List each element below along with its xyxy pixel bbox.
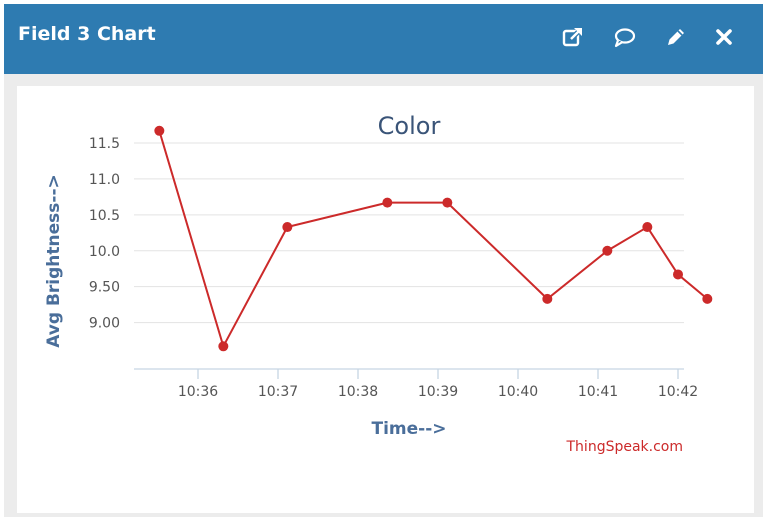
x-tick-label: 10:42	[658, 384, 698, 400]
data-point	[642, 222, 653, 233]
comment-icon[interactable]	[613, 25, 639, 51]
data-point	[154, 125, 165, 136]
data-point	[382, 197, 393, 208]
series-line	[158, 130, 708, 349]
x-tick-label: 10:36	[178, 384, 218, 400]
x-tick-label: 10:40	[498, 384, 538, 400]
chart-panel: 9.00 9.50 10.0 10.5 11.0 11.5 10:36 10:37 10:38 1…	[17, 86, 754, 513]
y-axis-title: Avg Brightness-->	[44, 174, 64, 348]
x-tick-label: 10:39	[418, 384, 458, 400]
x-tick-label: 10:41	[578, 384, 618, 400]
data-point	[602, 245, 613, 256]
data-point	[702, 293, 713, 304]
pencil-icon[interactable]	[664, 25, 690, 51]
y-tick-label: 10.5	[89, 208, 120, 224]
line-chart: 9.00 9.50 10.0 10.5 11.0 11.5 10:36 10:37 10:38 1…	[44, 112, 713, 455]
data-point	[673, 269, 683, 280]
data-point	[442, 197, 453, 208]
credit-label: ThingSpeak.com	[566, 439, 684, 455]
chart-title: Color	[378, 112, 441, 140]
external-link-icon[interactable]	[561, 25, 587, 51]
y-tick-label: 9.00	[89, 316, 120, 332]
chart-widget: Field 3 Chart 9.00 9.50 10.0 10.5 11.0 1…	[4, 4, 763, 517]
y-tick-label: 10.0	[89, 244, 120, 260]
widget-header: Field 3 Chart	[4, 4, 763, 74]
y-tick-label: 11.0	[89, 172, 120, 188]
close-icon[interactable]	[712, 25, 738, 51]
y-tick-label: 9.50	[89, 280, 120, 296]
x-tick-label: 10:38	[338, 384, 378, 400]
x-tick-label: 10:37	[258, 384, 298, 400]
y-tick-label: 11.5	[89, 136, 120, 152]
data-point	[282, 222, 293, 233]
data-point	[218, 341, 229, 352]
x-axis-title: Time-->	[371, 419, 446, 439]
widget-title: Field 3 Chart	[18, 23, 156, 45]
data-point	[542, 293, 553, 304]
